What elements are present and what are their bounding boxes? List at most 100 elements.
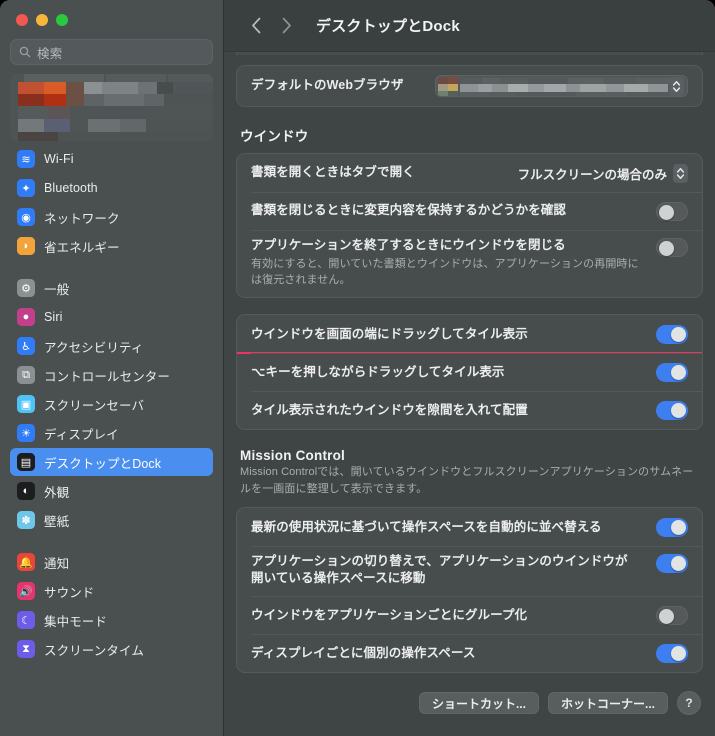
minimize-button[interactable] bbox=[36, 14, 48, 26]
sidebar-item-1[interactable]: ✦ Bluetooth bbox=[10, 174, 213, 202]
general-icon: ⚙ bbox=[17, 279, 35, 297]
sidebar-item-label: ネットワーク bbox=[44, 211, 120, 226]
sidebar-separator bbox=[10, 535, 213, 548]
sidebar-item-0[interactable]: ≋ Wi-Fi bbox=[10, 145, 213, 173]
sidebar-item-4[interactable]: ⚙ 一般 bbox=[10, 274, 213, 302]
sidebar: 検索 ≋ Wi-Fi ✦ Bluetooth ◉ ネットワーク ◗ 省エネルギー… bbox=[0, 0, 224, 736]
chevron-left-icon bbox=[251, 17, 260, 34]
sidebar-item-label: スクリーンセーバ bbox=[44, 398, 145, 413]
search-input[interactable]: 検索 bbox=[10, 39, 213, 65]
chevron-updown-icon bbox=[676, 167, 685, 179]
open-documents-in-tabs-value: フルスクリーンの場合のみ bbox=[517, 167, 667, 182]
sidebar-item-8[interactable]: ▣ スクリーンセーバ bbox=[10, 390, 213, 418]
windows-card: 書類を開くときはタブで開く フルスクリーンの場合のみ 書類を閉じるときに変更内容… bbox=[236, 153, 703, 299]
toolbar: デスクトップとDock bbox=[224, 0, 715, 52]
open-documents-in-tabs-popup[interactable]: フルスクリーンの場合のみ bbox=[517, 163, 688, 183]
close-windows-on-quit-toggle[interactable] bbox=[656, 238, 688, 257]
shortcuts-button[interactable]: ショートカット... bbox=[418, 692, 539, 715]
close-windows-on-quit-label: アプリケーションを終了するときにウインドウを閉じる 有効にすると、開いていた書類… bbox=[251, 237, 646, 289]
group-windows-by-app-toggle[interactable] bbox=[656, 605, 688, 625]
appearance-icon: ◐ bbox=[17, 482, 35, 500]
network-icon: ◉ bbox=[17, 208, 35, 226]
hot-corners-button[interactable]: ホットコーナー... bbox=[547, 692, 668, 715]
default-browser-value-redacted bbox=[436, 76, 687, 96]
close-button[interactable] bbox=[16, 14, 28, 26]
sidebar-item-label: Siri bbox=[44, 310, 63, 324]
open-documents-in-tabs-label: 書類を開くときはタブで開く bbox=[251, 165, 415, 180]
chevron-updown-icon bbox=[672, 80, 681, 92]
row-group-windows-by-app: ウインドウをアプリケーションごとにグループ化 bbox=[237, 596, 702, 634]
sidebar-item-5[interactable]: ● Siri bbox=[10, 303, 213, 331]
sidebar-item-label: サウンド bbox=[44, 585, 95, 600]
close-windows-on-quit-description: 有効にすると、開いていた書類とウインドウは、アプリケーションの再開時には復元され… bbox=[251, 258, 639, 287]
sidebar-item-6[interactable]: ♿ アクセシビリティ bbox=[10, 332, 213, 360]
drag-to-edge-tile-toggle[interactable] bbox=[656, 324, 688, 344]
forward-button[interactable] bbox=[272, 12, 300, 40]
option-drag-tile-toggle[interactable] bbox=[656, 362, 688, 382]
focus-icon: ☾ bbox=[17, 611, 35, 629]
apple-id-profile-redacted[interactable] bbox=[10, 74, 213, 141]
switch-to-space-with-windows-label: アプリケーションの切り替えで、アプリケーションのウインドウが開いている操作スペー… bbox=[251, 554, 628, 586]
row-tiled-window-margins: タイル表示されたウインドウを隙間を入れて配置 bbox=[237, 391, 702, 429]
sidebar-item-label: スクリーンタイム bbox=[44, 643, 144, 658]
switch-to-space-with-windows-toggle[interactable] bbox=[656, 554, 688, 574]
search-icon bbox=[19, 46, 31, 58]
close-windows-on-quit-title: アプリケーションを終了するときにウインドウを閉じる bbox=[251, 238, 566, 252]
sidebar-item-label: コントロールセンター bbox=[44, 369, 171, 384]
sidebar-item-13[interactable]: 🔔 通知 bbox=[10, 548, 213, 576]
default-browser-label: デフォルトのWebブラウザ bbox=[251, 78, 404, 93]
sidebar-item-9[interactable]: ☀ ディスプレイ bbox=[10, 419, 213, 447]
energy-saver-icon: ◗ bbox=[17, 237, 35, 255]
tiled-window-margins-label: タイル表示されたウインドウを隙間を入れて配置 bbox=[251, 402, 528, 417]
back-button[interactable] bbox=[242, 12, 270, 40]
tiling-card: ウインドウを画面の端にドラッグしてタイル表示 ⌥キーを押しながらドラッグしてタイ… bbox=[236, 314, 703, 431]
screen-time-icon: ⧗ bbox=[17, 640, 35, 658]
sidebar-item-label: アクセシビリティ bbox=[44, 340, 144, 355]
auto-rearrange-spaces-toggle[interactable] bbox=[656, 517, 688, 537]
sound-icon: 🔊 bbox=[17, 582, 35, 600]
sidebar-separator bbox=[10, 261, 213, 274]
main-pane: デスクトップとDock デフォルトのWebブラウザ ウインドウ 書類を開くときは… bbox=[224, 0, 715, 736]
settings-content: デフォルトのWebブラウザ ウインドウ 書類を開くときはタブで開く フルスクリー… bbox=[224, 44, 715, 736]
tiled-window-margins-toggle[interactable] bbox=[656, 400, 688, 420]
row-option-drag-tile: ⌥キーを押しながらドラッグしてタイル表示 bbox=[237, 353, 702, 391]
sidebar-item-label: Bluetooth bbox=[44, 181, 98, 195]
system-settings-window: 検索 ≋ Wi-Fi ✦ Bluetooth ◉ ネットワーク ◗ 省エネルギー… bbox=[0, 0, 715, 736]
wallpaper-icon: ✽ bbox=[17, 511, 35, 529]
row-auto-rearrange-spaces: 最新の使用状況に基づいて操作スペースを自動的に並べ替える bbox=[237, 508, 702, 546]
row-default-browser: デフォルトのWebブラウザ bbox=[237, 66, 702, 106]
bluetooth-icon: ✦ bbox=[17, 179, 35, 197]
sidebar-item-label: 一般 bbox=[44, 282, 70, 297]
row-separate-spaces-per-display: ディスプレイごとに個別の操作スペース bbox=[237, 634, 702, 672]
separate-spaces-per-display-toggle[interactable] bbox=[656, 643, 688, 663]
sidebar-item-label: 省エネルギー bbox=[44, 240, 120, 255]
default-browser-stepper-icon[interactable] bbox=[669, 76, 684, 96]
sidebar-item-label: 集中モード bbox=[44, 614, 108, 629]
sidebar-item-2[interactable]: ◉ ネットワーク bbox=[10, 203, 213, 231]
notifications-icon: 🔔 bbox=[17, 553, 35, 571]
sidebar-item-16[interactable]: ⧗ スクリーンタイム bbox=[10, 635, 213, 663]
sidebar-item-label: 外観 bbox=[44, 485, 70, 500]
window-controls bbox=[0, 0, 223, 26]
sidebar-item-11[interactable]: ◐ 外観 bbox=[10, 477, 213, 505]
open-documents-in-tabs-stepper-icon[interactable] bbox=[673, 163, 688, 183]
row-ask-keep-changes: 書類を閉じるときに変更内容を保持するかどうかを確認 bbox=[237, 192, 702, 230]
accessibility-icon: ♿ bbox=[17, 337, 35, 355]
help-button[interactable]: ? bbox=[677, 691, 701, 716]
page-title: デスクトップとDock bbox=[316, 18, 460, 35]
option-drag-tile-label: ⌥キーを押しながらドラッグしてタイル表示 bbox=[251, 364, 505, 379]
sidebar-item-7[interactable]: ⧉ コントロールセンター bbox=[10, 361, 213, 389]
ask-keep-changes-toggle[interactable] bbox=[656, 201, 688, 221]
search-placeholder: 検索 bbox=[37, 46, 63, 61]
mission-control-description: Mission Controlでは、開いているウインドウとフルスクリーンアプリケ… bbox=[240, 466, 694, 495]
default-browser-popup[interactable] bbox=[435, 75, 688, 97]
sidebar-item-12[interactable]: ✽ 壁紙 bbox=[10, 506, 213, 534]
sidebar-item-14[interactable]: 🔊 サウンド bbox=[10, 577, 213, 605]
zoom-button[interactable] bbox=[56, 14, 68, 26]
sidebar-item-15[interactable]: ☾ 集中モード bbox=[10, 606, 213, 634]
sidebar-item-10[interactable]: ▤ デスクトップとDock bbox=[10, 448, 213, 476]
siri-icon: ● bbox=[17, 308, 35, 326]
mission-control-card: 最新の使用状況に基づいて操作スペースを自動的に並べ替える アプリケーションの切り… bbox=[236, 507, 703, 674]
row-open-documents-in-tabs: 書類を開くときはタブで開く フルスクリーンの場合のみ bbox=[237, 154, 702, 192]
sidebar-item-3[interactable]: ◗ 省エネルギー bbox=[10, 232, 213, 260]
